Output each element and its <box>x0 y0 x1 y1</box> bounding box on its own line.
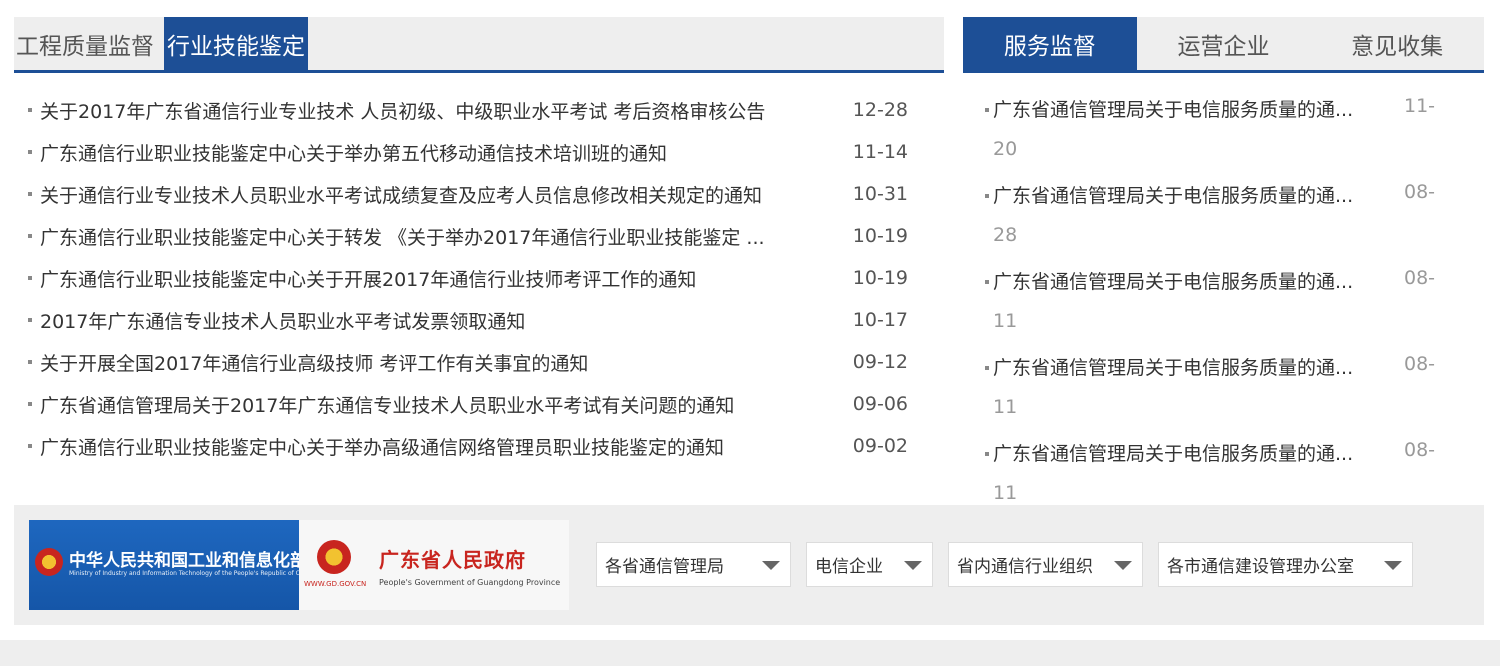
select-industry-orgs[interactable]: 省内通信行业组织 <box>948 542 1143 587</box>
gd-url: WWW.GD.GOV.CN <box>304 580 367 588</box>
news-title[interactable]: 广东省通信管理局关于电信服务质量的通... <box>993 267 1393 294</box>
list-item[interactable]: 广东省通信管理局关于2017年广东通信专业技术人员职业水平考试有关问题的通知 09… <box>14 383 944 425</box>
news-date-part1: 08- <box>1404 267 1436 289</box>
gd-gov-logo-link[interactable]: WWW.GD.GOV.CN 广东省人民政府 People's Governmen… <box>299 520 569 610</box>
list-item[interactable]: 广东通信行业职业技能鉴定中心关于举办高级通信网络管理员职业技能鉴定的通知 09-0… <box>14 425 944 467</box>
news-date: 09-06 <box>852 393 908 415</box>
select-value: 各市通信建设管理办公室 <box>1167 557 1354 577</box>
news-title[interactable]: 广东省通信管理局关于电信服务质量的通... <box>993 181 1393 208</box>
news-date: 10-31 <box>852 183 908 205</box>
miit-name: 中华人民共和国工业和信息化部 <box>69 551 307 571</box>
news-title[interactable]: 广东省通信管理局关于电信服务质量的通... <box>993 439 1393 466</box>
bullet-icon <box>28 192 32 196</box>
bullet-icon <box>985 194 989 198</box>
news-date-part2: 20 <box>993 138 1018 160</box>
page: 工程质量监督 行业技能鉴定 关于2017年广东省通信行业专业技术 人员初级、中级… <box>0 0 1500 640</box>
bullet-icon <box>28 276 32 280</box>
select-value: 电信企业 <box>815 557 883 577</box>
caret-down-icon <box>762 561 780 570</box>
left-tabbar: 工程质量监督 行业技能鉴定 <box>14 17 944 73</box>
links-bar: 中华人民共和国工业和信息化部 Ministry of Industry and … <box>14 505 1484 625</box>
select-city-offices[interactable]: 各市通信建设管理办公室 <box>1158 542 1413 587</box>
caret-down-icon <box>904 561 922 570</box>
news-date-part1: 08- <box>1404 181 1436 203</box>
bullet-icon <box>28 318 32 322</box>
list-item[interactable]: 广东省通信管理局关于电信服务质量的通... 11- 20 <box>963 89 1484 175</box>
list-item[interactable]: 广东省通信管理局关于电信服务质量的通... 08- 11 <box>963 261 1484 347</box>
caret-down-icon <box>1114 561 1132 570</box>
bullet-icon <box>985 108 989 112</box>
news-panel-right: 服务监督 运营企业 意见收集 广东省通信管理局关于电信服务质量的通... 11- 2… <box>963 17 1484 507</box>
news-title[interactable]: 2017年广东通信专业技术人员职业水平考试发票领取通知 <box>28 307 838 334</box>
news-title[interactable]: 广东省通信管理局关于电信服务质量的通... <box>993 95 1393 122</box>
list-item[interactable]: 广东省通信管理局关于电信服务质量的通... 08- 11 <box>963 347 1484 433</box>
bullet-icon <box>28 108 32 112</box>
news-date-part1: 08- <box>1404 353 1436 375</box>
news-date-part1: 11- <box>1404 95 1436 117</box>
national-emblem-icon <box>317 540 351 574</box>
tab-engineering-quality[interactable]: 工程质量监督 <box>14 17 164 70</box>
news-panel-left: 工程质量监督 行业技能鉴定 关于2017年广东省通信行业专业技术 人员初级、中级… <box>14 17 944 479</box>
bullet-icon <box>28 402 32 406</box>
bullet-icon <box>28 150 32 154</box>
news-title[interactable]: 广东通信行业职业技能鉴定中心关于举办高级通信网络管理员职业技能鉴定的通知 <box>28 433 838 460</box>
news-date: 10-17 <box>852 309 908 331</box>
national-emblem-icon <box>35 548 63 576</box>
news-date: 12-28 <box>852 99 908 121</box>
news-date: 11-14 <box>852 141 908 163</box>
bullet-icon <box>985 366 989 370</box>
list-item[interactable]: 广东通信行业职业技能鉴定中心关于转发 《关于举办2017年通信行业职业技能鉴定 … <box>14 215 944 257</box>
tab-operators[interactable]: 运营企业 <box>1137 17 1311 70</box>
news-date-part2: 11 <box>993 482 1018 504</box>
left-news-list: 关于2017年广东省通信行业专业技术 人员初级、中级职业水平考试 考后资格审核公… <box>14 73 944 467</box>
bullet-icon <box>28 360 32 364</box>
miit-name-en: Ministry of Industry and Information Tec… <box>69 570 313 577</box>
right-tabbar: 服务监督 运营企业 意见收集 <box>963 17 1484 73</box>
tab-skill-appraisal[interactable]: 行业技能鉴定 <box>164 17 308 70</box>
news-date-part2: 11 <box>993 310 1018 332</box>
bullet-icon <box>985 452 989 456</box>
list-item[interactable]: 关于通信行业专业技术人员职业水平考试成绩复查及应考人员信息修改相关规定的通知 10… <box>14 173 944 215</box>
news-date-part2: 11 <box>993 396 1018 418</box>
news-date: 10-19 <box>852 225 908 247</box>
right-news-list: 广东省通信管理局关于电信服务质量的通... 11- 20 广东省通信管理局关于电信服… <box>963 73 1484 507</box>
tab-service-supervision[interactable]: 服务监督 <box>963 17 1137 70</box>
news-title[interactable]: 关于开展全国2017年通信行业高级技师 考评工作有关事宜的通知 <box>28 349 838 376</box>
news-title[interactable]: 关于2017年广东省通信行业专业技术 人员初级、中级职业水平考试 考后资格审核公… <box>28 97 838 124</box>
list-item[interactable]: 广东通信行业职业技能鉴定中心关于举办第五代移动通信技术培训班的通知 11-14 <box>14 131 944 173</box>
gd-gov-name-en: People's Government of Guangdong Provinc… <box>379 578 561 587</box>
select-value: 各省通信管理局 <box>605 557 724 577</box>
news-title[interactable]: 广东通信行业职业技能鉴定中心关于举办第五代移动通信技术培训班的通知 <box>28 139 838 166</box>
select-value: 省内通信行业组织 <box>957 557 1093 577</box>
gd-gov-name: 广东省人民政府 <box>379 548 526 572</box>
select-provincial-bureaus[interactable]: 各省通信管理局 <box>596 542 791 587</box>
news-title[interactable]: 广东通信行业职业技能鉴定中心关于开展2017年通信行业技师考评工作的通知 <box>28 265 838 292</box>
list-item[interactable]: 广东省通信管理局关于电信服务质量的通... 08- 28 <box>963 175 1484 261</box>
news-date: 10-19 <box>852 267 908 289</box>
select-telecom-companies[interactable]: 电信企业 <box>806 542 933 587</box>
list-item[interactable]: 广东通信行业职业技能鉴定中心关于开展2017年通信行业技师考评工作的通知 10-1… <box>14 257 944 299</box>
tab-feedback[interactable]: 意见收集 <box>1310 17 1484 70</box>
list-item[interactable]: 2017年广东通信专业技术人员职业水平考试发票领取通知 10-17 <box>14 299 944 341</box>
list-item[interactable]: 广东省通信管理局关于电信服务质量的通... 08- 11 <box>963 433 1484 507</box>
caret-down-icon <box>1384 561 1402 570</box>
list-item[interactable]: 关于2017年广东省通信行业专业技术 人员初级、中级职业水平考试 考后资格审核公… <box>14 89 944 131</box>
bullet-icon <box>28 234 32 238</box>
list-item[interactable]: 关于开展全国2017年通信行业高级技师 考评工作有关事宜的通知 09-12 <box>14 341 944 383</box>
news-date-part1: 08- <box>1404 439 1436 461</box>
miit-logo-link[interactable]: 中华人民共和国工业和信息化部 Ministry of Industry and … <box>29 520 313 610</box>
news-title[interactable]: 广东省通信管理局关于2017年广东通信专业技术人员职业水平考试有关问题的通知 <box>28 391 838 418</box>
news-date: 09-02 <box>852 435 908 457</box>
news-title[interactable]: 广东省通信管理局关于电信服务质量的通... <box>993 353 1393 380</box>
news-date-part2: 28 <box>993 224 1018 246</box>
news-title[interactable]: 关于通信行业专业技术人员职业水平考试成绩复查及应考人员信息修改相关规定的通知 <box>28 181 838 208</box>
news-date: 09-12 <box>852 351 908 373</box>
bullet-icon <box>28 444 32 448</box>
news-title[interactable]: 广东通信行业职业技能鉴定中心关于转发 《关于举办2017年通信行业职业技能鉴定 … <box>28 223 838 250</box>
bullet-icon <box>985 280 989 284</box>
